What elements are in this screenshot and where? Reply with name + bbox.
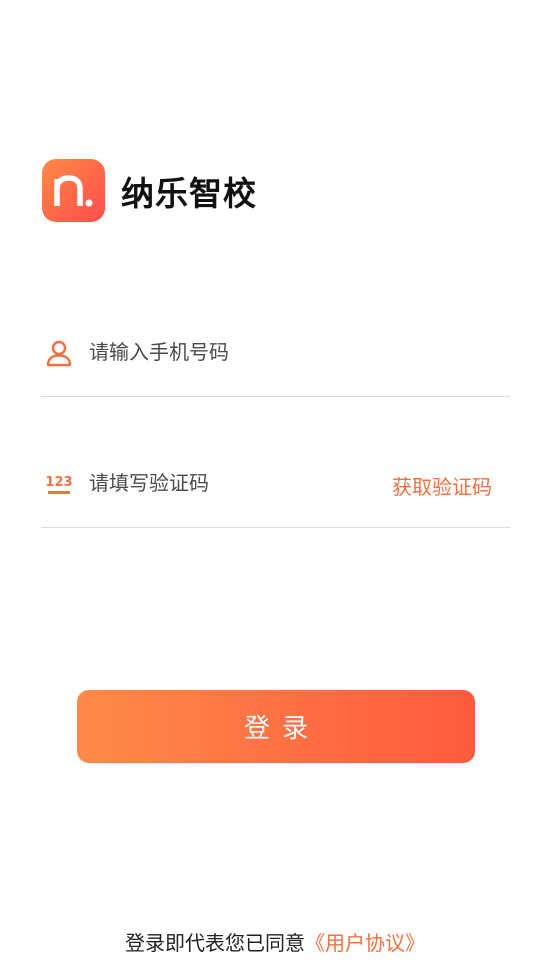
- get-code-button[interactable]: 获取验证码: [392, 471, 492, 500]
- phone-input[interactable]: [89, 334, 369, 370]
- app-name: 纳乐智校: [121, 173, 257, 213]
- agreement-prefix: 登录即代表您已同意: [125, 931, 305, 955]
- logo-letter-n-icon: [54, 175, 93, 207]
- user-icon: [46, 340, 72, 367]
- brand-header: 纳乐智校: [42, 159, 257, 222]
- code-field: 123 获取验证码: [41, 453, 510, 528]
- svg-text:123: 123: [45, 475, 72, 490]
- number-123-icon: 123: [45, 475, 73, 494]
- phone-field: [41, 322, 510, 397]
- agreement-text: 登录即代表您已同意《用户协议》: [0, 927, 550, 956]
- app-logo: [42, 159, 105, 222]
- user-agreement-link[interactable]: 《用户协议》: [305, 931, 425, 955]
- login-button[interactable]: 登录: [77, 690, 475, 763]
- code-input[interactable]: [89, 465, 369, 501]
